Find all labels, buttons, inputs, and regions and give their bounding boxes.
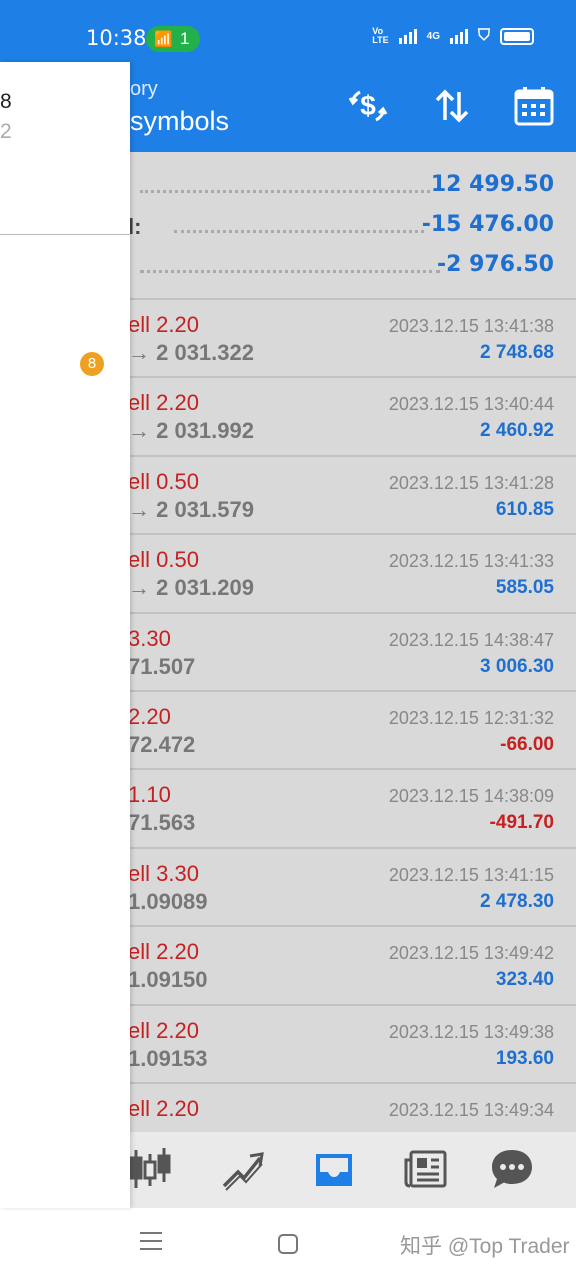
- tab-messages[interactable]: [488, 1146, 536, 1192]
- summary-value: 12 499.50: [430, 172, 554, 197]
- signal-strength-icon: [398, 28, 417, 44]
- deal-type: ell 2.20: [128, 312, 199, 337]
- deal-profit: 2 478.30: [480, 890, 554, 912]
- deal-type: ell 2.20: [128, 939, 199, 965]
- network-type-label: 4G: [426, 30, 440, 42]
- deal-profit: -66.00: [500, 733, 554, 755]
- hotspot-count: 1: [180, 29, 190, 48]
- tab-chart[interactable]: [126, 1146, 174, 1192]
- deal-price: 71.563: [128, 810, 196, 836]
- deal-date: 2023.12.15 13:49:38: [388, 1021, 554, 1042]
- deal-price: → 2 031.322: [128, 340, 254, 365]
- tab-news[interactable]: [402, 1146, 450, 1192]
- deal-price: 1.09089: [128, 888, 208, 914]
- deal-date: 2023.12.15 13:40:44: [388, 394, 554, 415]
- header-title: symbols: [130, 106, 230, 136]
- system-nav-bar: 知乎 @Top Trader: [0, 1208, 576, 1280]
- tab-history[interactable]: [310, 1146, 358, 1192]
- summary-value: -2 976.50: [437, 252, 554, 277]
- drawer-divider: [0, 234, 130, 235]
- home-button[interactable]: [278, 1234, 298, 1254]
- deal-price: 1.09153: [128, 1045, 208, 1071]
- battery-icon: [500, 27, 534, 45]
- deal-profit: 2 460.92: [480, 420, 554, 442]
- side-drawer: 8 2 8: [0, 62, 130, 1208]
- sort-button[interactable]: [430, 84, 474, 128]
- newspaper-icon: [404, 1150, 447, 1188]
- deal-date: 2023.12.15 13:41:28: [388, 472, 554, 493]
- leader-dots: [140, 190, 430, 193]
- deal-date: 2023.12.15 13:41:33: [388, 551, 554, 572]
- deal-type: ell 2.20: [128, 1095, 199, 1121]
- deal-type: 3.30: [128, 625, 171, 651]
- clock: 10:38: [86, 26, 147, 50]
- candlestick-icon: [129, 1148, 171, 1188]
- deal-type: ell 0.50: [128, 547, 199, 573]
- deal-type: ell 3.30: [128, 860, 199, 886]
- leader-dots: [140, 270, 440, 273]
- deal-profit: 2 748.68: [480, 342, 554, 363]
- deal-type: 1.10: [128, 782, 171, 808]
- deal-profit: 610.85: [495, 498, 554, 520]
- summary-label: l:: [128, 214, 142, 239]
- dollar-exchange-icon: $: [348, 90, 388, 122]
- date-range-button[interactable]: [512, 84, 556, 128]
- deal-price: → 2 031.992: [128, 418, 254, 444]
- deal-date: 2023.12.15 13:41:38: [388, 316, 554, 336]
- deposit-withdraw-button[interactable]: $: [346, 84, 390, 128]
- deal-date: 2023.12.15 12:31:32: [388, 707, 554, 728]
- recent-apps-button[interactable]: [140, 1232, 162, 1256]
- drawer-value-primary: 8: [0, 90, 12, 113]
- deal-date: 2023.12.15 14:38:47: [388, 629, 554, 650]
- deal-date: 2023.12.15 13:49:42: [388, 943, 554, 964]
- system-icons: Vo LTE 4G ⛉: [372, 27, 534, 45]
- deal-date: 2023.12.15 14:38:09: [388, 786, 554, 807]
- status-bar: 10:38 📶 1 Vo LTE 4G ⛉: [0, 0, 576, 62]
- deal-profit: 323.40: [495, 969, 554, 991]
- volte-icon: Vo LTE: [372, 26, 389, 45]
- signal-strength-icon-2: [449, 28, 468, 44]
- deal-type: ell 2.20: [128, 1017, 199, 1043]
- deal-type: ell 0.50: [128, 468, 199, 494]
- summary-value: -15 476.00: [421, 212, 554, 237]
- chat-bubble-icon: [492, 1150, 532, 1188]
- tab-trade[interactable]: [218, 1146, 266, 1192]
- deal-type: ell 2.20: [128, 390, 199, 416]
- deal-type: 2.20: [128, 703, 171, 729]
- header-subtitle: ory: [130, 78, 158, 100]
- deal-date: 2023.12.15 13:49:34: [388, 1099, 554, 1120]
- sort-arrows-icon: [435, 89, 469, 123]
- hotspot-icon: 📶: [154, 31, 173, 48]
- deal-price: 1.09150: [128, 967, 208, 993]
- trend-chart-icon: [222, 1152, 264, 1191]
- deal-price: → 2 031.579: [128, 496, 254, 522]
- hotspot-pill: 📶 1: [146, 26, 200, 52]
- deal-price: 71.507: [128, 653, 196, 679]
- calendar-icon: [514, 87, 554, 126]
- inbox-tray-icon: [316, 1154, 352, 1186]
- shield-dollar-icon: ⛉: [477, 27, 490, 44]
- notification-badge: 8: [80, 352, 104, 376]
- watermark: 知乎 @Top Trader: [400, 1235, 570, 1258]
- deal-profit: 585.05: [495, 577, 554, 599]
- deal-profit: 3 006.30: [480, 655, 554, 677]
- deal-profit: -491.70: [489, 812, 554, 834]
- drawer-value-secondary: 2: [0, 120, 12, 143]
- deal-price: 72.472: [128, 731, 196, 757]
- svg-text:$: $: [360, 90, 376, 121]
- deal-profit: 193.60: [495, 1047, 554, 1069]
- deal-price: → 2 031.209: [128, 575, 254, 601]
- leader-dots: [174, 230, 424, 233]
- deal-date: 2023.12.15 13:41:15: [388, 864, 554, 885]
